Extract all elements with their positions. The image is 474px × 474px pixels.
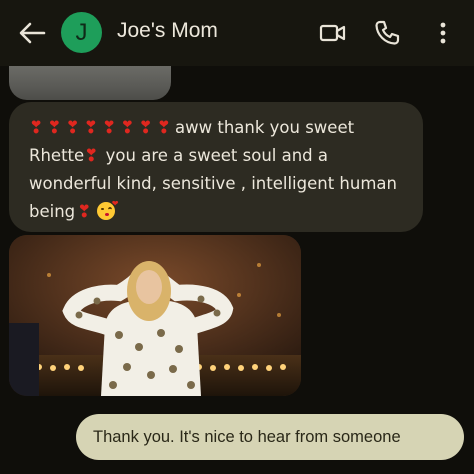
contact-name[interactable]: Joe's Mom: [117, 19, 218, 43]
more-vert-icon: [440, 22, 446, 44]
voice-call-button[interactable]: [372, 18, 402, 48]
message-line-4: being ❣ ❤: [29, 198, 409, 226]
heart-exclamation-emoji: ❣: [156, 118, 171, 138]
heart-exclamation-emoji: ❣: [65, 118, 80, 138]
heart-exclamation-emoji: ❣: [84, 146, 99, 166]
conversation-screen: J Joe's Mom ❣ ❣ ❣ ❣ ❣ ❣ ❣ ❣ aww thank you sw: [0, 0, 474, 474]
message-text: aww thank you sweet: [175, 118, 355, 137]
heart-exclamation-emoji: ❣: [138, 118, 153, 138]
message-text: you are a sweet soul and a: [100, 146, 328, 165]
kissing-face-with-heart-emoji: ❤: [97, 200, 118, 220]
phone-icon: [375, 20, 400, 45]
conversation-header: J Joe's Mom: [0, 0, 474, 66]
heart-exclamation-emoji: ❣: [77, 202, 92, 222]
heart-exclamation-emoji: ❣: [47, 118, 62, 138]
outgoing-message-bubble[interactable]: Thank you. It's nice to hear from someon…: [76, 414, 464, 460]
message-text: being: [29, 202, 76, 221]
heart-exclamation-emoji: ❣: [102, 118, 117, 138]
back-button[interactable]: [14, 19, 48, 47]
gif-message[interactable]: [9, 235, 301, 396]
video-call-button[interactable]: [318, 18, 348, 48]
avatar-initial: J: [75, 19, 88, 46]
back-arrow-icon: [19, 22, 46, 44]
message-line-2: Rhette❣ you are a sweet soul and a: [29, 142, 409, 170]
message-text: Rhette: [29, 146, 85, 165]
more-options-button[interactable]: [428, 18, 458, 48]
incoming-message-bubble[interactable]: ❣ ❣ ❣ ❣ ❣ ❣ ❣ ❣ aww thank you sweet Rhette❣ you …: [9, 102, 423, 232]
message-line-3: wonderful kind, sensitive , intelligent …: [29, 174, 397, 193]
message-line-1: ❣ ❣ ❣ ❣ ❣ ❣ ❣ ❣ aww thank you sweet: [29, 114, 409, 142]
heart-exclamation-emoji: ❣: [29, 118, 44, 138]
gif-image: [9, 235, 301, 396]
previous-image-message[interactable]: [9, 66, 171, 100]
contact-avatar[interactable]: J: [61, 12, 102, 53]
video-call-icon: [319, 24, 346, 42]
heart-exclamation-emoji: ❣: [120, 118, 135, 138]
heart-exclamation-emoji: ❣: [83, 118, 98, 138]
